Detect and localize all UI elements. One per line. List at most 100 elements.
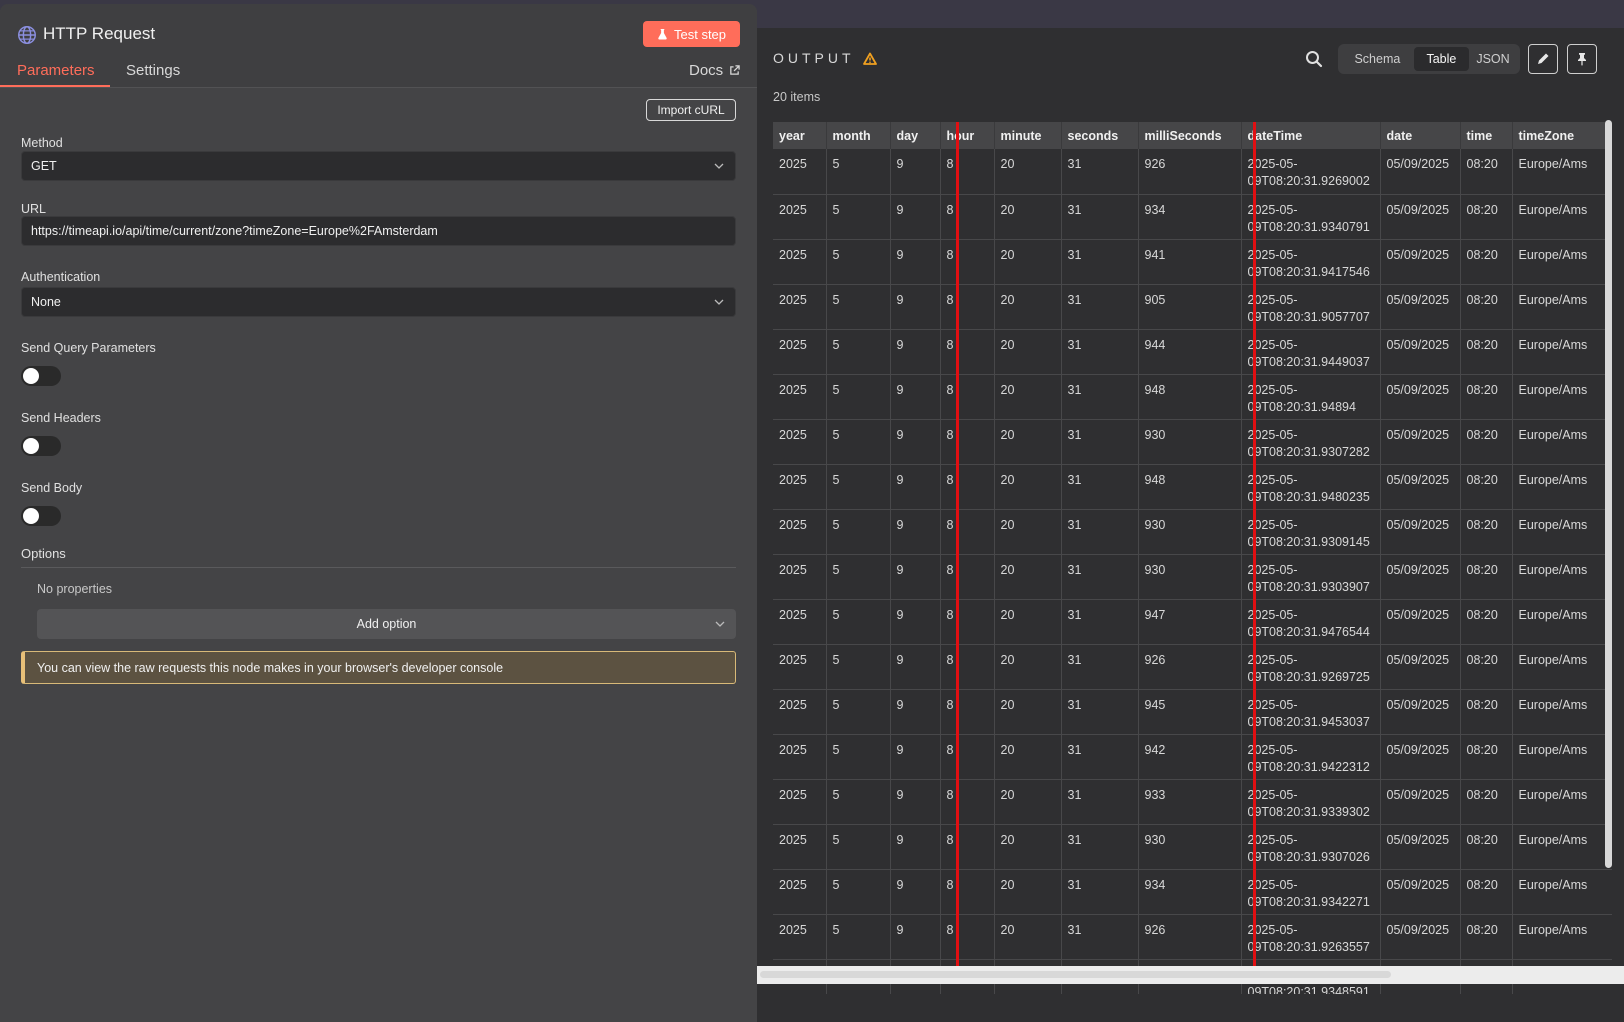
cell-seconds[interactable]: 31 — [1061, 419, 1139, 465]
send-body-toggle[interactable] — [21, 506, 61, 526]
cell-year[interactable]: 2025 — [773, 824, 827, 870]
cell-month[interactable]: 5 — [826, 734, 891, 780]
cell-seconds[interactable]: 31 — [1061, 374, 1139, 420]
cell-year[interactable]: 2025 — [773, 869, 827, 915]
cell-month[interactable]: 5 — [826, 464, 891, 510]
cell-year[interactable]: 2025 — [773, 779, 827, 825]
cell-date[interactable]: 05/09/2025 — [1380, 554, 1461, 600]
cell-minute[interactable]: 20 — [994, 239, 1062, 285]
cell-dateTime[interactable]: 2025-05- 09T08:20:31.9303907 — [1241, 554, 1381, 600]
cell-dateTime[interactable]: 2025-05- 09T08:20:31.9340791 — [1241, 194, 1381, 240]
cell-year[interactable]: 2025 — [773, 599, 827, 645]
cell-hour[interactable]: 8 — [940, 194, 995, 240]
cell-seconds[interactable]: 31 — [1061, 914, 1139, 960]
cell-month[interactable]: 5 — [826, 329, 891, 375]
cell-hour[interactable]: 8 — [940, 329, 995, 375]
cell-minute[interactable]: 20 — [994, 284, 1062, 330]
cell-time[interactable]: 08:20 — [1460, 734, 1513, 780]
send-query-toggle[interactable] — [21, 366, 61, 386]
pin-output-button[interactable] — [1567, 44, 1597, 74]
cell-date[interactable]: 05/09/2025 — [1380, 194, 1461, 240]
cell-dateTime[interactable]: 2025-05- 09T08:20:31.9422312 — [1241, 734, 1381, 780]
cell-dateTime[interactable]: 2025-05- 09T08:20:31.9417546 — [1241, 239, 1381, 285]
cell-day[interactable]: 9 — [890, 644, 941, 690]
cell-day[interactable]: 9 — [890, 329, 941, 375]
cell-year[interactable]: 2025 — [773, 374, 827, 420]
cell-day[interactable]: 9 — [890, 374, 941, 420]
cell-dateTime[interactable]: 2025-05- 09T08:20:31.9057707 — [1241, 284, 1381, 330]
cell-month[interactable]: 5 — [826, 914, 891, 960]
cell-seconds[interactable]: 31 — [1061, 779, 1139, 825]
cell-year[interactable]: 2025 — [773, 194, 827, 240]
cell-hour[interactable]: 8 — [940, 239, 995, 285]
cell-hour[interactable]: 8 — [940, 779, 995, 825]
cell-date[interactable]: 05/09/2025 — [1380, 869, 1461, 915]
cell-time[interactable]: 08:20 — [1460, 599, 1513, 645]
cell-hour[interactable]: 8 — [940, 689, 995, 735]
cell-day[interactable]: 9 — [890, 509, 941, 555]
cell-hour[interactable]: 8 — [940, 914, 995, 960]
cell-year[interactable]: 2025 — [773, 509, 827, 555]
cell-day[interactable]: 9 — [890, 149, 941, 195]
cell-year[interactable]: 2025 — [773, 689, 827, 735]
cell-time[interactable]: 08:20 — [1460, 869, 1513, 915]
cell-seconds[interactable]: 31 — [1061, 644, 1139, 690]
cell-minute[interactable]: 20 — [994, 824, 1062, 870]
cell-month[interactable]: 5 — [826, 689, 891, 735]
cell-minute[interactable]: 20 — [994, 914, 1062, 960]
cell-hour[interactable]: 8 — [940, 734, 995, 780]
cell-year[interactable]: 2025 — [773, 734, 827, 780]
cell-date[interactable]: 05/09/2025 — [1380, 239, 1461, 285]
cell-day[interactable]: 9 — [890, 869, 941, 915]
cell-seconds[interactable]: 31 — [1061, 194, 1139, 240]
test-step-button[interactable]: Test step — [643, 21, 740, 47]
cell-dateTime[interactable]: 2025-05- 09T08:20:31.9269002 — [1241, 149, 1381, 195]
cell-milliSeconds[interactable]: 945 — [1138, 689, 1242, 735]
cell-milliSeconds[interactable]: 926 — [1138, 914, 1242, 960]
cell-hour[interactable]: 8 — [940, 599, 995, 645]
cell-timeZone[interactable]: Europe/Ams — [1512, 464, 1612, 510]
cell-dateTime[interactable]: 2025-05- 09T08:20:31.94894 — [1241, 374, 1381, 420]
cell-year[interactable]: 2025 — [773, 329, 827, 375]
cell-month[interactable]: 5 — [826, 194, 891, 240]
cell-dateTime[interactable]: 2025-05- 09T08:20:31.9307026 — [1241, 824, 1381, 870]
cell-dateTime[interactable]: 2025-05- 09T08:20:31.9307282 — [1241, 419, 1381, 465]
cell-milliSeconds[interactable]: 944 — [1138, 329, 1242, 375]
cell-milliSeconds[interactable]: 905 — [1138, 284, 1242, 330]
method-select[interactable]: GET — [21, 151, 736, 181]
cell-dateTime[interactable]: 2025-05- 09T08:20:31.9449037 — [1241, 329, 1381, 375]
cell-month[interactable]: 5 — [826, 869, 891, 915]
cell-timeZone[interactable]: Europe/Ams — [1512, 419, 1612, 465]
cell-year[interactable]: 2025 — [773, 239, 827, 285]
cell-year[interactable]: 2025 — [773, 284, 827, 330]
url-input[interactable]: https://timeapi.io/api/time/current/zone… — [21, 216, 736, 246]
node-title[interactable]: HTTP Request — [43, 24, 155, 44]
cell-seconds[interactable]: 31 — [1061, 239, 1139, 285]
authentication-select[interactable]: None — [21, 287, 736, 317]
cell-day[interactable]: 9 — [890, 779, 941, 825]
cell-timeZone[interactable]: Europe/Ams — [1512, 284, 1612, 330]
warning-icon[interactable] — [862, 52, 877, 65]
cell-milliSeconds[interactable]: 941 — [1138, 239, 1242, 285]
cell-dateTime[interactable]: 2025-05- 09T08:20:31.9263557 — [1241, 914, 1381, 960]
view-table-button[interactable]: Table — [1413, 47, 1469, 71]
cell-seconds[interactable]: 31 — [1061, 509, 1139, 555]
horizontal-scrollbar[interactable] — [760, 971, 1391, 978]
cell-date[interactable]: 05/09/2025 — [1380, 824, 1461, 870]
cell-timeZone[interactable]: Europe/Ams — [1512, 149, 1612, 195]
cell-timeZone[interactable]: Europe/Ams — [1512, 824, 1612, 870]
cell-date[interactable]: 05/09/2025 — [1380, 779, 1461, 825]
view-schema-button[interactable]: Schema — [1341, 47, 1414, 71]
cell-month[interactable]: 5 — [826, 554, 891, 600]
cell-milliSeconds[interactable]: 926 — [1138, 644, 1242, 690]
cell-minute[interactable]: 20 — [994, 509, 1062, 555]
edit-output-button[interactable] — [1528, 44, 1558, 74]
cell-minute[interactable]: 20 — [994, 419, 1062, 465]
cell-timeZone[interactable]: Europe/Ams — [1512, 779, 1612, 825]
cell-date[interactable]: 05/09/2025 — [1380, 914, 1461, 960]
cell-dateTime[interactable]: 2025-05- 09T08:20:31.9476544 — [1241, 599, 1381, 645]
tab-settings[interactable]: Settings — [126, 62, 180, 79]
cell-date[interactable]: 05/09/2025 — [1380, 734, 1461, 780]
cell-minute[interactable]: 20 — [994, 779, 1062, 825]
cell-year[interactable]: 2025 — [773, 554, 827, 600]
